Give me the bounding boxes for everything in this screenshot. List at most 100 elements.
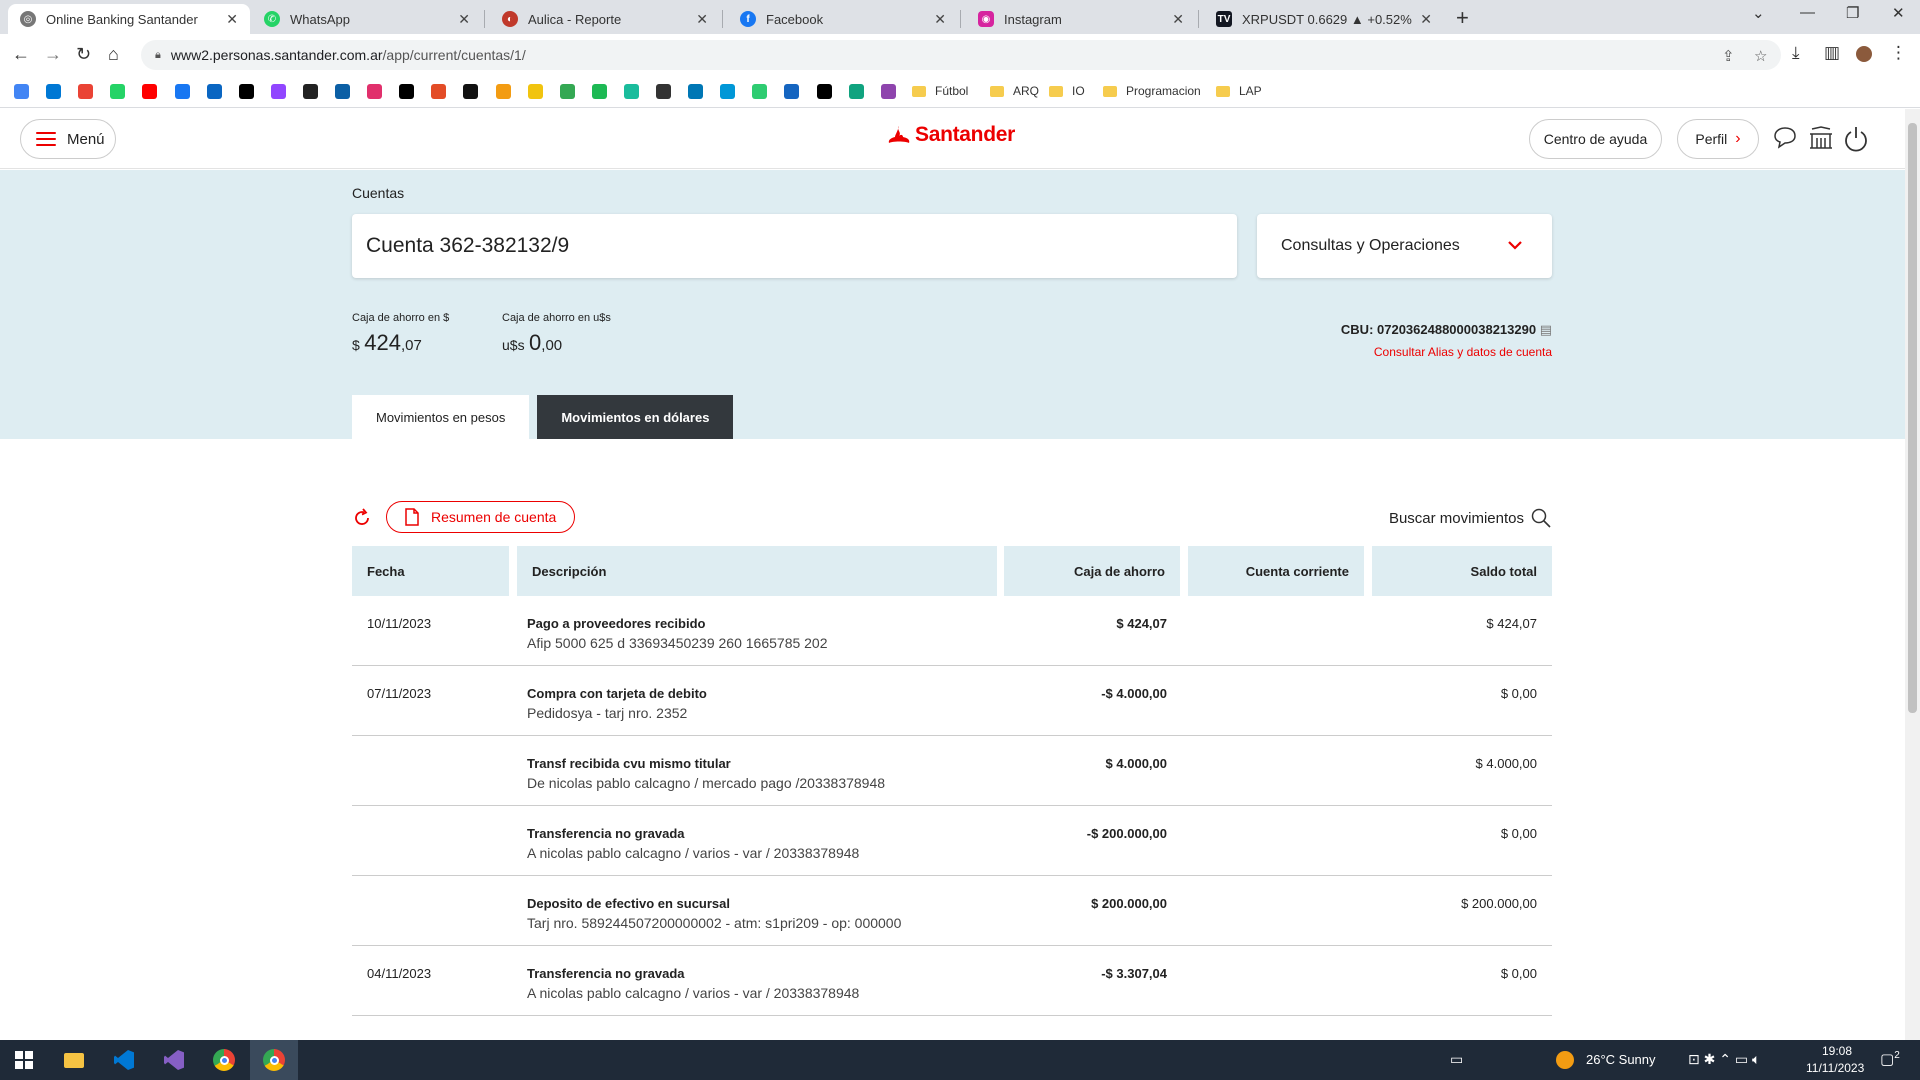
new-tab-button[interactable]: + [1456,5,1469,31]
power-logout-icon[interactable] [1843,126,1869,152]
bookmark-icon[interactable] [784,84,800,99]
column-header-cuenta-corriente[interactable]: Cuenta corriente [1188,546,1364,596]
bookmark-icon[interactable] [335,84,350,99]
bookmark-icon[interactable] [816,84,832,99]
account-statement-button[interactable]: Resumen de cuenta [386,501,576,533]
side-panel-icon[interactable]: ▥ [1824,43,1840,63]
bookmark-folder[interactable]: IO [1049,84,1085,98]
bookmark-icon[interactable] [688,84,704,99]
tab-movimientos-dolares[interactable]: Movimientos en dólares [537,395,734,439]
reload-icon[interactable]: ↻ [76,44,91,65]
table-row[interactable]: Transferencia no gravada A nicolas pablo … [352,806,1552,876]
tab-movimientos-pesos[interactable]: Movimientos en pesos [352,395,530,439]
close-tab-icon[interactable]: ✕ [1172,11,1184,28]
table-row[interactable]: 04/11/2023 Transferencia no gravada A nico… [352,946,1552,1016]
close-window-button[interactable]: ✕ [1892,4,1905,22]
chrome-app[interactable] [200,1040,248,1080]
bookmark-icon[interactable] [880,84,896,99]
downloads-icon[interactable]: ⤓ [1792,43,1800,63]
account-selector[interactable]: Cuenta 362-382132/9 [352,214,1237,278]
bookmark-icon[interactable] [174,84,190,99]
browser-tab[interactable]: f Facebook ✕ [728,4,958,34]
clock-date[interactable]: 11/11/2023 [1806,1061,1864,1075]
visual-studio-app[interactable] [150,1040,198,1080]
bookmark-icon[interactable] [656,84,671,99]
chrome-menu-icon[interactable]: ⋮ [1890,43,1907,63]
start-button[interactable] [0,1040,48,1080]
bookmark-folder[interactable]: Fútbol [912,84,968,98]
close-tab-icon[interactable]: ✕ [1420,11,1432,28]
bookmark-icon[interactable] [752,84,768,99]
bookmark-icon[interactable] [270,84,286,99]
bookmark-icon[interactable] [720,84,736,99]
home-icon[interactable]: ⌂ [108,44,119,65]
bookmark-icon[interactable] [367,84,383,99]
desktop-toolbar-icon[interactable]: ▭ [1450,1051,1463,1068]
browser-tab[interactable]: ◉ Instagram ✕ [966,4,1196,34]
close-tab-icon[interactable]: ✕ [226,11,238,28]
bookmark-icon[interactable] [78,84,94,99]
bookmark-folder[interactable]: LAP [1216,84,1262,98]
bookmark-folder[interactable]: ARQ [990,84,1039,98]
santander-logo[interactable]: Santander [888,123,1015,147]
chrome-app-active[interactable] [250,1040,298,1080]
close-tab-icon[interactable]: ✕ [458,11,470,28]
menu-button[interactable]: Menú [20,119,116,159]
weather-text[interactable]: 26°C Sunny [1586,1052,1656,1067]
bookmark-icon[interactable] [46,84,62,99]
bookmark-icon[interactable] [110,84,126,99]
tab-search-icon[interactable]: ⌄ [1752,4,1765,22]
back-icon[interactable]: ← [12,44,30,65]
bookmark-icon[interactable] [495,84,511,99]
search-movements-button[interactable]: Buscar movimientos [1389,507,1552,529]
browser-tab[interactable]: ◐ Aulica - Reporte ✕ [490,4,720,34]
bookmark-icon[interactable] [302,84,318,99]
bank-building-icon[interactable] [1808,126,1834,150]
refresh-icon[interactable] [352,508,372,528]
column-header-saldo-total[interactable]: Saldo total [1372,546,1552,596]
bookmark-icon[interactable] [142,84,158,99]
bookmark-icon[interactable] [238,84,254,99]
chat-icon[interactable] [1772,126,1798,150]
table-row[interactable]: Deposito de efectivo en sucursal Tarj nro… [352,876,1552,946]
bookmark-icon[interactable] [559,84,575,99]
column-header-fecha[interactable]: Fecha [352,546,509,596]
copy-icon[interactable]: ▤ [1540,322,1552,337]
file-explorer-app[interactable] [50,1040,98,1080]
help-center-button[interactable]: Centro de ayuda [1529,119,1662,159]
alias-link[interactable]: Consultar Alias y datos de cuenta [1341,345,1552,359]
page-scrollbar[interactable] [1905,109,1920,1040]
bookmark-icon[interactable] [623,84,639,99]
bookmark-folder[interactable]: Programacion [1103,84,1201,98]
table-row[interactable]: 07/11/2023 Compra con tarjeta de debito Pe… [352,666,1552,736]
browser-tab[interactable]: ✆ WhatsApp ✕ [252,4,482,34]
forward-icon[interactable]: → [44,44,62,65]
share-icon[interactable]: ⇪ [1722,47,1735,65]
close-tab-icon[interactable]: ✕ [934,11,946,28]
bookmark-icon[interactable] [206,84,222,99]
bookmark-icon[interactable] [399,84,415,99]
bookmark-icon[interactable] [527,84,543,99]
notifications-icon[interactable]: ▢2 [1880,1050,1900,1068]
operations-dropdown[interactable]: Consultas y Operaciones [1257,214,1552,278]
minimize-button[interactable]: — [1800,4,1815,21]
column-header-caja-ahorro[interactable]: Caja de ahorro [1004,546,1180,596]
table-row[interactable]: 10/11/2023 Pago a proveedores recibido Afi… [352,596,1552,666]
bookmark-icon[interactable] [14,84,29,99]
bookmark-star-icon[interactable]: ☆ [1754,47,1767,65]
browser-tab[interactable]: TV XRPUSDT 0.6629 ▲ +0.52% Nico ✕ [1204,4,1444,34]
column-header-descripcion[interactable]: Descripción [517,546,997,596]
restore-button[interactable]: ❐ [1846,4,1859,22]
bookmark-icon[interactable] [591,84,607,99]
close-tab-icon[interactable]: ✕ [696,11,708,28]
url-input[interactable]: 🔒︎ www2.personas.santander.com.ar/app/cu… [141,40,1781,70]
scrollbar-thumb[interactable] [1908,123,1917,713]
table-row[interactable]: Transf recibida cvu mismo titular De nico… [352,736,1552,806]
tray-icons[interactable]: ⊡ ✱ ⌃ ▭ 🔈︎ [1688,1051,1760,1068]
profile-avatar[interactable] [1856,46,1872,62]
clock-time[interactable]: 19:08 [1822,1044,1852,1058]
vscode-app[interactable] [100,1040,148,1080]
browser-tab[interactable]: ◎ Online Banking Santander ✕ [8,4,250,34]
bookmark-icon[interactable] [463,84,479,99]
bookmark-icon[interactable] [431,84,447,99]
